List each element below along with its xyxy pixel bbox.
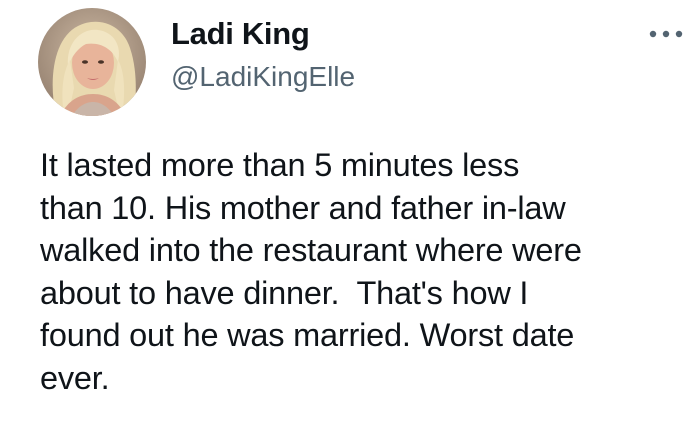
user-handle[interactable]: @LadiKingElle xyxy=(171,58,355,96)
more-options-button[interactable] xyxy=(645,20,687,48)
tweet-card: Ladi King @LadiKingElle It lasted more t… xyxy=(0,0,700,429)
more-horizontal-icon xyxy=(649,30,683,38)
profile-photo-icon xyxy=(38,8,146,116)
tweet-text: It lasted more than 5 minutes less than … xyxy=(40,147,582,396)
avatar[interactable] xyxy=(38,8,146,116)
display-name[interactable]: Ladi King xyxy=(171,14,310,54)
